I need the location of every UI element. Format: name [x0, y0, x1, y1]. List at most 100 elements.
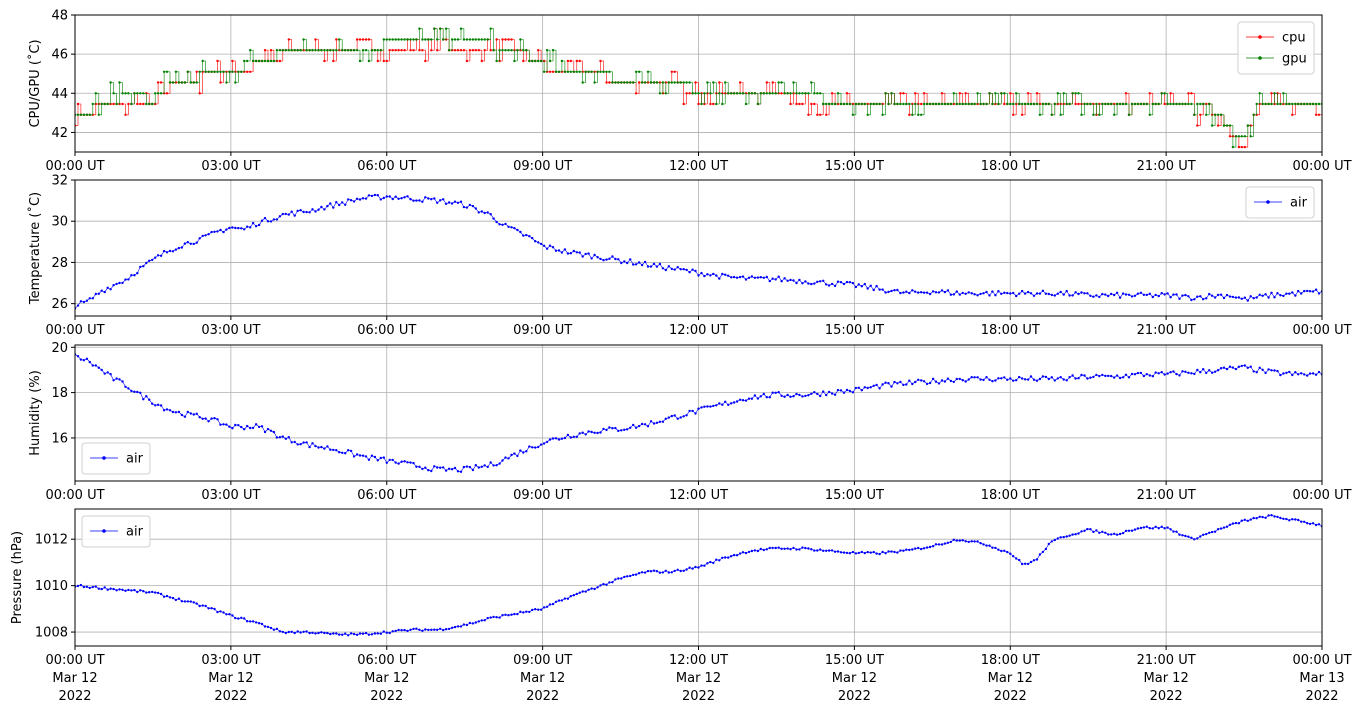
data-point [1190, 92, 1193, 95]
data-point [302, 441, 305, 444]
data-point [643, 260, 647, 264]
data-point [216, 610, 219, 614]
data-point [637, 424, 641, 428]
data-point [1107, 533, 1110, 536]
data-point [326, 631, 329, 635]
data-point [439, 27, 442, 30]
data-point [1163, 92, 1166, 95]
data-point [459, 27, 463, 30]
data-point [637, 261, 641, 264]
data-point [700, 102, 703, 106]
data-point [400, 49, 403, 52]
data-point [1133, 373, 1137, 376]
data-point [1216, 113, 1220, 117]
data-point [171, 81, 175, 84]
data-point [649, 420, 653, 423]
data-point [361, 632, 365, 635]
y-tick-label: 16 [51, 431, 68, 446]
data-point [735, 92, 739, 95]
data-point [1205, 297, 1208, 300]
data-point [1187, 535, 1190, 538]
data-point [1074, 92, 1077, 95]
data-point [156, 591, 160, 595]
data-point [510, 38, 513, 41]
data-point [952, 92, 955, 95]
data-point [109, 288, 112, 291]
data-point [958, 102, 961, 106]
data-point [430, 469, 433, 473]
data-point [468, 49, 472, 52]
data-point [1086, 292, 1089, 295]
data-point [1231, 366, 1235, 369]
data-point [1234, 135, 1238, 138]
data-point [691, 409, 694, 413]
data-point [914, 290, 917, 293]
data-point [982, 378, 985, 382]
data-point [1006, 378, 1009, 381]
data-point [361, 38, 365, 41]
data-point [222, 70, 225, 74]
data-point [192, 601, 195, 604]
data-point [881, 113, 884, 117]
data-point [884, 291, 887, 294]
data-point [542, 244, 546, 247]
x-tick-label: 00:00 UT [45, 653, 104, 668]
data-point [1187, 295, 1190, 298]
data-point [1294, 102, 1297, 106]
data-point [759, 547, 762, 551]
data-point [1154, 293, 1157, 297]
data-point [854, 285, 858, 289]
data-point [1115, 533, 1119, 536]
data-point [355, 49, 359, 52]
data-point [860, 389, 863, 392]
data-point [391, 38, 394, 41]
data-point [925, 102, 929, 106]
data-point [587, 430, 590, 433]
data-point [124, 92, 127, 95]
data-point [394, 629, 397, 633]
data-point [243, 228, 246, 231]
data-point [174, 248, 178, 251]
data-point [869, 386, 872, 389]
data-point [1255, 517, 1258, 520]
data-point [548, 603, 552, 606]
data-point [358, 59, 362, 63]
data-point [249, 49, 252, 52]
data-point [1127, 293, 1131, 296]
data-point [848, 281, 852, 284]
data-point [492, 49, 495, 52]
data-point [1157, 102, 1160, 106]
data-point [1059, 376, 1062, 379]
data-point [848, 389, 852, 393]
data-point [177, 81, 181, 84]
data-point [254, 621, 258, 624]
data-point [424, 59, 427, 63]
data-point [634, 70, 638, 74]
data-point [753, 92, 757, 95]
data-point [1151, 295, 1155, 299]
data-point [1184, 534, 1187, 538]
data-point [424, 628, 427, 631]
data-point [548, 438, 552, 441]
data-point [1300, 102, 1303, 106]
data-point [724, 81, 727, 84]
data-point [489, 616, 492, 619]
data-point [1029, 375, 1033, 378]
data-point [76, 102, 80, 106]
data-point [833, 284, 837, 288]
data-point [106, 286, 109, 289]
data-point [82, 300, 86, 304]
data-point [982, 543, 985, 546]
data-point [813, 282, 816, 285]
data-point [1163, 293, 1166, 296]
data-point [860, 102, 863, 106]
data-point [1151, 375, 1155, 378]
data-point [459, 49, 463, 52]
data-point [112, 102, 115, 106]
data-point [400, 197, 403, 200]
data-point [1018, 102, 1021, 106]
data-point [323, 59, 326, 63]
data-point [976, 92, 979, 95]
data-point [373, 193, 377, 197]
data-point [658, 571, 662, 574]
